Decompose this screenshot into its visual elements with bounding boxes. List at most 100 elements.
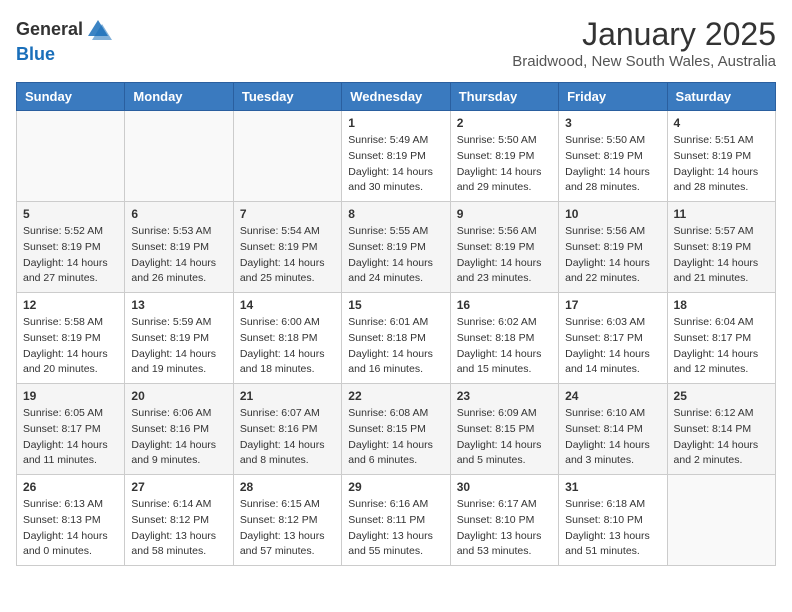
day-number: 3 [565, 116, 660, 130]
calendar-cell: 13 Sunrise: 5:59 AMSunset: 8:19 PMDayligh… [125, 293, 233, 384]
calendar-week-row: 12Sunrise: 5:58 AMSunset: 8:19 PMDayligh… [17, 293, 776, 384]
day-info: Sunrise: 6:03 AMSunset: 8:17 PMDaylight:… [565, 315, 660, 378]
calendar-cell: 18Sunrise: 6:04 AMSunset: 8:17 PMDayligh… [667, 293, 775, 384]
logo: General Blue [16, 16, 112, 66]
day-number: 25 [674, 389, 769, 403]
day-number: 31 [565, 480, 660, 494]
month-title: January 2025 [512, 16, 776, 53]
day-header-saturday: Saturday [667, 83, 775, 111]
day-number: 16 [457, 298, 552, 312]
day-header-monday: Monday [125, 83, 233, 111]
day-info: Sunrise: 6:14 AMSunset: 8:12 PMDaylight:… [131, 497, 226, 560]
calendar-cell: 11Sunrise: 5:57 AMSunset: 8:19 PMDayligh… [667, 202, 775, 293]
day-info: Sunrise: 6:06 AMSunset: 8:16 PMDaylight:… [131, 406, 226, 469]
calendar-cell: 21Sunrise: 6:07 AMSunset: 8:16 PMDayligh… [233, 384, 341, 475]
day-number: 22 [348, 389, 443, 403]
day-number: 10 [565, 207, 660, 221]
calendar-cell: 6 Sunrise: 5:53 AMSunset: 8:19 PMDaylight… [125, 202, 233, 293]
calendar-cell: 15 Sunrise: 6:01 AMSunset: 8:18 PMDayligh… [342, 293, 450, 384]
calendar-cell: 28 Sunrise: 6:15 AMSunset: 8:12 PMDayligh… [233, 475, 341, 566]
calendar-header-row: SundayMondayTuesdayWednesdayThursdayFrid… [17, 83, 776, 111]
day-number: 6 [131, 207, 226, 221]
calendar-cell: 19Sunrise: 6:05 AMSunset: 8:17 PMDayligh… [17, 384, 125, 475]
day-info: Sunrise: 5:50 AMSunset: 8:19 PMDaylight:… [565, 133, 660, 196]
calendar-cell: 23 Sunrise: 6:09 AMSunset: 8:15 PMDayligh… [450, 384, 558, 475]
day-info: Sunrise: 5:49 AMSunset: 8:19 PMDaylight:… [348, 133, 443, 196]
day-number: 20 [131, 389, 226, 403]
logo-text: General Blue [16, 16, 112, 66]
day-number: 29 [348, 480, 443, 494]
title-block: January 2025 Braidwood, New South Wales,… [512, 16, 776, 70]
day-info: Sunrise: 6:09 AMSunset: 8:15 PMDaylight:… [457, 406, 552, 469]
day-header-tuesday: Tuesday [233, 83, 341, 111]
calendar-table: SundayMondayTuesdayWednesdayThursdayFrid… [16, 82, 776, 566]
day-header-wednesday: Wednesday [342, 83, 450, 111]
day-info: Sunrise: 6:00 AMSunset: 8:18 PMDaylight:… [240, 315, 335, 378]
calendar-cell: 27 Sunrise: 6:14 AMSunset: 8:12 PMDayligh… [125, 475, 233, 566]
day-info: Sunrise: 6:01 AMSunset: 8:18 PMDaylight:… [348, 315, 443, 378]
day-info: Sunrise: 6:13 AMSunset: 8:13 PMDaylight:… [23, 497, 118, 560]
day-info: Sunrise: 6:15 AMSunset: 8:12 PMDaylight:… [240, 497, 335, 560]
calendar-cell: 4 Sunrise: 5:51 AMSunset: 8:19 PMDaylight… [667, 111, 775, 202]
day-number: 14 [240, 298, 335, 312]
day-info: Sunrise: 5:52 AMSunset: 8:19 PMDaylight:… [23, 224, 118, 287]
calendar-cell: 26 Sunrise: 6:13 AMSunset: 8:13 PMDayligh… [17, 475, 125, 566]
day-number: 8 [348, 207, 443, 221]
calendar-cell [125, 111, 233, 202]
day-number: 11 [674, 207, 769, 221]
day-info: Sunrise: 6:04 AMSunset: 8:17 PMDaylight:… [674, 315, 769, 378]
day-info: Sunrise: 6:17 AMSunset: 8:10 PMDaylight:… [457, 497, 552, 560]
calendar-cell [667, 475, 775, 566]
calendar-week-row: 1 Sunrise: 5:49 AMSunset: 8:19 PMDaylight… [17, 111, 776, 202]
logo-blue: Blue [16, 44, 55, 64]
day-header-thursday: Thursday [450, 83, 558, 111]
day-info: Sunrise: 6:07 AMSunset: 8:16 PMDaylight:… [240, 406, 335, 469]
calendar-week-row: 19Sunrise: 6:05 AMSunset: 8:17 PMDayligh… [17, 384, 776, 475]
day-number: 15 [348, 298, 443, 312]
calendar-cell: 8 Sunrise: 5:55 AMSunset: 8:19 PMDaylight… [342, 202, 450, 293]
day-header-friday: Friday [559, 83, 667, 111]
calendar-cell: 20 Sunrise: 6:06 AMSunset: 8:16 PMDayligh… [125, 384, 233, 475]
day-number: 26 [23, 480, 118, 494]
calendar-cell: 7Sunrise: 5:54 AMSunset: 8:19 PMDaylight… [233, 202, 341, 293]
day-info: Sunrise: 6:02 AMSunset: 8:18 PMDaylight:… [457, 315, 552, 378]
day-info: Sunrise: 5:56 AMSunset: 8:19 PMDaylight:… [565, 224, 660, 287]
day-header-sunday: Sunday [17, 83, 125, 111]
calendar-cell: 24 Sunrise: 6:10 AMSunset: 8:14 PMDayligh… [559, 384, 667, 475]
logo-icon [84, 16, 112, 44]
day-number: 23 [457, 389, 552, 403]
day-info: Sunrise: 5:50 AMSunset: 8:19 PMDaylight:… [457, 133, 552, 196]
day-number: 12 [23, 298, 118, 312]
day-info: Sunrise: 6:16 AMSunset: 8:11 PMDaylight:… [348, 497, 443, 560]
calendar-cell [17, 111, 125, 202]
location-title: Braidwood, New South Wales, Australia [512, 53, 776, 70]
calendar-cell: 10 Sunrise: 5:56 AMSunset: 8:19 PMDayligh… [559, 202, 667, 293]
day-info: Sunrise: 5:59 AMSunset: 8:19 PMDaylight:… [131, 315, 226, 378]
calendar-cell: 22Sunrise: 6:08 AMSunset: 8:15 PMDayligh… [342, 384, 450, 475]
day-number: 5 [23, 207, 118, 221]
day-number: 2 [457, 116, 552, 130]
calendar-cell: 9Sunrise: 5:56 AMSunset: 8:19 PMDaylight… [450, 202, 558, 293]
calendar-cell: 1 Sunrise: 5:49 AMSunset: 8:19 PMDaylight… [342, 111, 450, 202]
calendar-cell: 2 Sunrise: 5:50 AMSunset: 8:19 PMDaylight… [450, 111, 558, 202]
day-number: 1 [348, 116, 443, 130]
day-number: 4 [674, 116, 769, 130]
day-number: 27 [131, 480, 226, 494]
calendar-cell: 16 Sunrise: 6:02 AMSunset: 8:18 PMDayligh… [450, 293, 558, 384]
day-info: Sunrise: 5:53 AMSunset: 8:19 PMDaylight:… [131, 224, 226, 287]
day-number: 24 [565, 389, 660, 403]
day-number: 7 [240, 207, 335, 221]
day-info: Sunrise: 5:55 AMSunset: 8:19 PMDaylight:… [348, 224, 443, 287]
day-info: Sunrise: 5:51 AMSunset: 8:19 PMDaylight:… [674, 133, 769, 196]
calendar-week-row: 26 Sunrise: 6:13 AMSunset: 8:13 PMDayligh… [17, 475, 776, 566]
calendar-cell: 29 Sunrise: 6:16 AMSunset: 8:11 PMDayligh… [342, 475, 450, 566]
calendar-cell: 25Sunrise: 6:12 AMSunset: 8:14 PMDayligh… [667, 384, 775, 475]
day-number: 17 [565, 298, 660, 312]
day-info: Sunrise: 6:10 AMSunset: 8:14 PMDaylight:… [565, 406, 660, 469]
day-number: 13 [131, 298, 226, 312]
calendar-cell: 31Sunrise: 6:18 AMSunset: 8:10 PMDayligh… [559, 475, 667, 566]
calendar-cell: 14 Sunrise: 6:00 AMSunset: 8:18 PMDayligh… [233, 293, 341, 384]
day-number: 28 [240, 480, 335, 494]
day-number: 19 [23, 389, 118, 403]
logo-general: General [16, 19, 83, 39]
